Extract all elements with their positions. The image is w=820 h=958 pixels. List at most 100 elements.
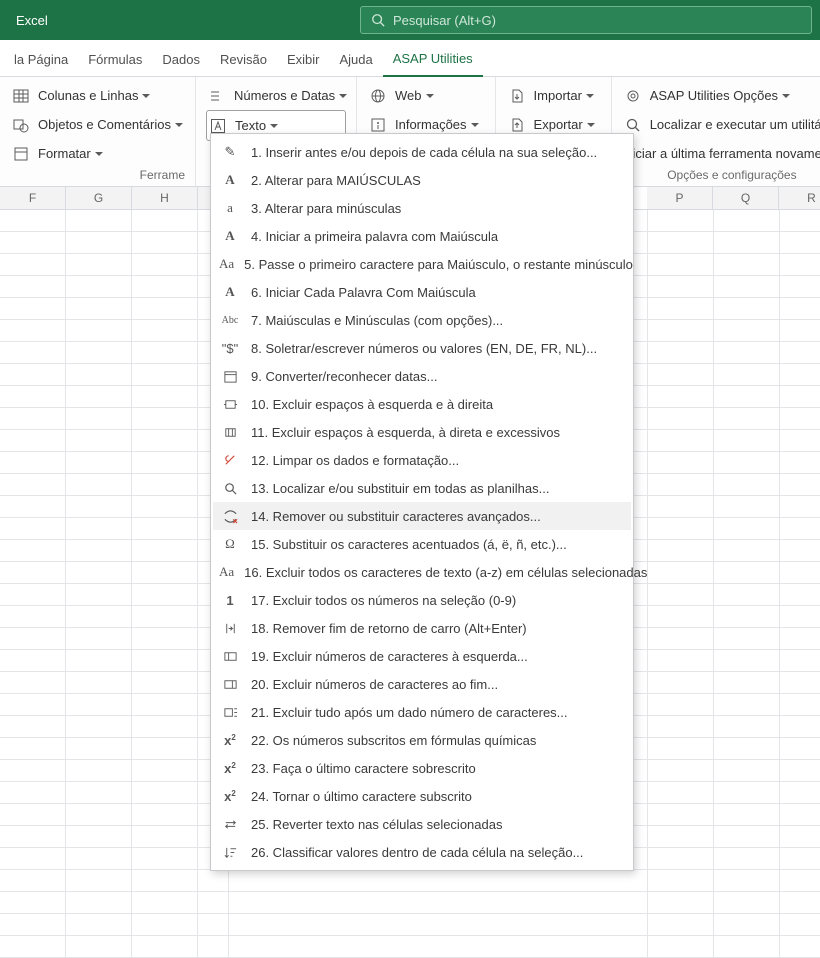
menu-delete-chars-left[interactable]: 19. Excluir números de caracteres à esqu… <box>213 642 631 670</box>
numbers-dates-label: Números e Datas <box>234 88 335 103</box>
tab-pagelayout[interactable]: la Página <box>4 44 78 76</box>
numbers-dates-button[interactable]: Números e Datas <box>206 81 346 110</box>
chevron-down-icon <box>471 123 479 127</box>
menu-clean-data[interactable]: 12. Limpar os dados e formatação... <box>213 446 631 474</box>
col-header[interactable]: R <box>779 187 820 209</box>
tab-view[interactable]: Exibir <box>277 44 330 76</box>
menu-delete-after-n[interactable]: 21. Excluir tudo após um dado número de … <box>213 698 631 726</box>
reverse-icon <box>219 817 241 832</box>
col-header[interactable]: H <box>132 187 198 209</box>
letter-icon: A <box>219 228 241 244</box>
export-label: Exportar <box>534 117 583 132</box>
menu-convert-dates[interactable]: 9. Converter/reconhecer datas... <box>213 362 631 390</box>
menu-insert-before-after[interactable]: ✎1. Inserir antes e/ou depois de cada cé… <box>213 138 631 166</box>
menu-reverse-text[interactable]: 25. Reverter texto nas células seleciona… <box>213 810 631 838</box>
text-dropdown-menu: ✎1. Inserir antes e/ou depois de cada cé… <box>210 133 634 871</box>
chevron-down-icon <box>339 94 347 98</box>
columns-rows-button[interactable]: Colunas e Linhas <box>10 81 185 110</box>
col-header[interactable]: Q <box>713 187 779 209</box>
search-icon <box>371 13 385 27</box>
menu-lowercase[interactable]: a3. Alterar para minúsculas <box>213 194 631 222</box>
search-utility-icon <box>628 117 644 133</box>
chevron-down-icon <box>782 94 790 98</box>
import-label: Importar <box>534 88 582 103</box>
omega-icon: Ω <box>219 536 241 552</box>
tab-review[interactable]: Revisão <box>210 44 277 76</box>
info-icon <box>373 117 389 133</box>
insert-icon: ✎ <box>219 144 241 160</box>
import-button[interactable]: Importar <box>506 81 601 110</box>
subscript-icon: x2 <box>219 789 241 804</box>
run-last-tool-label: Iniciar a última ferramenta novame <box>622 146 820 161</box>
asap-options-button[interactable]: ASAP Utilities Opções <box>622 81 820 110</box>
menu-trim-excess-spaces[interactable]: 11. Excluir espaços à esquerda, à direta… <box>213 418 631 446</box>
menu-trim-spaces[interactable]: 10. Excluir espaços à esquerda e à direi… <box>213 390 631 418</box>
menu-case-options[interactable]: Abc7. Maiúsculas e Minúsculas (com opçõe… <box>213 306 631 334</box>
group-options: ASAP Utilities Opções Localizar e execut… <box>612 77 820 186</box>
menu-uppercase[interactable]: A2. Alterar para MAIÚSCULAS <box>213 166 631 194</box>
numbers-icon <box>212 88 228 104</box>
carriage-return-icon <box>219 621 241 636</box>
menu-find-replace-all[interactable]: 13. Localizar e/ou substituir em todas a… <box>213 474 631 502</box>
col-header[interactable]: P <box>647 187 713 209</box>
tab-formulas[interactable]: Fórmulas <box>78 44 152 76</box>
gear-icon <box>628 88 644 104</box>
info-label: Informações <box>395 117 467 132</box>
tab-asap-utilities[interactable]: ASAP Utilities <box>383 43 483 77</box>
trim-excess-icon <box>219 425 241 440</box>
columns-rows-label: Colunas e Linhas <box>38 88 138 103</box>
menu-delete-chars-right[interactable]: 20. Excluir números de caracteres ao fim… <box>213 670 631 698</box>
run-last-tool-button[interactable]: Iniciar a última ferramenta novame <box>622 139 820 168</box>
delete-left-icon <box>219 649 241 664</box>
menu-sentence-case[interactable]: A4. Iniciar a primeira palavra com Maiús… <box>213 222 631 250</box>
objects-comments-button[interactable]: Objetos e Comentários <box>10 110 185 139</box>
objects-icon <box>16 117 32 133</box>
menu-delete-numbers[interactable]: 117. Excluir todos os números na seleção… <box>213 586 631 614</box>
asap-options-label: ASAP Utilities Opções <box>650 88 778 103</box>
mixed-case-icon: Aa <box>219 564 234 580</box>
superscript-icon: x2 <box>219 761 241 776</box>
menu-remove-replace-advanced[interactable]: 14. Remover ou substituir caracteres ava… <box>213 502 631 530</box>
abc-icon: Abc <box>219 315 241 326</box>
chevron-down-icon <box>586 94 594 98</box>
menu-delete-letters[interactable]: Aa16. Excluir todos os caracteres de tex… <box>213 558 631 586</box>
chevron-down-icon <box>142 94 150 98</box>
menu-first-char-upper[interactable]: Aa5. Passe o primeiro caractere para Mai… <box>213 250 631 278</box>
format-button[interactable]: Formatar <box>10 139 185 168</box>
menu-spell-numbers[interactable]: "$"8. Soletrar/escrever números ou valor… <box>213 334 631 362</box>
find-run-utility-button[interactable]: Localizar e executar um utilitário <box>622 110 820 139</box>
title-bar: Excel Pesquisar (Alt+G) <box>0 0 820 40</box>
replace-advanced-icon <box>219 509 241 524</box>
search-box[interactable]: Pesquisar (Alt+G) <box>360 6 812 34</box>
group-options-label: Opções e configurações <box>622 168 820 184</box>
menu-sort-within-cell[interactable]: 26. Classificar valores dentro de cada c… <box>213 838 631 866</box>
chevron-down-icon <box>587 123 595 127</box>
import-icon <box>512 88 528 104</box>
col-header[interactable]: G <box>66 187 132 209</box>
grid-row[interactable] <box>0 870 820 892</box>
menu-remove-cr[interactable]: 18. Remover fim de retorno de carro (Alt… <box>213 614 631 642</box>
format-label: Formatar <box>38 146 91 161</box>
grid-row[interactable] <box>0 936 820 958</box>
clean-icon <box>219 453 241 468</box>
menu-last-superscript[interactable]: x223. Faça o último caractere sobrescrit… <box>213 754 631 782</box>
grid-row[interactable] <box>0 892 820 914</box>
letter-icon: A <box>219 284 241 300</box>
lowercase-icon: a <box>219 200 241 216</box>
group-tools-label: Ferrame <box>10 168 185 184</box>
web-button[interactable]: Web <box>367 81 485 110</box>
menu-title-case[interactable]: A6. Iniciar Cada Palavra Com Maiúscula <box>213 278 631 306</box>
delete-right-icon <box>219 677 241 692</box>
columns-rows-icon <box>16 88 32 104</box>
tab-help[interactable]: Ajuda <box>329 44 382 76</box>
tab-data[interactable]: Dados <box>152 44 210 76</box>
globe-icon <box>373 88 389 104</box>
currency-icon: "$" <box>219 341 241 356</box>
subscript-icon: x2 <box>219 733 241 748</box>
group-tools: Colunas e Linhas Objetos e Comentários F… <box>0 77 196 186</box>
grid-row[interactable] <box>0 914 820 936</box>
menu-subscript-chemistry[interactable]: x222. Os números subscritos em fórmulas … <box>213 726 631 754</box>
menu-replace-accented[interactable]: Ω15. Substituir os caracteres acentuados… <box>213 530 631 558</box>
col-header[interactable]: F <box>0 187 66 209</box>
menu-last-subscript[interactable]: x224. Tornar o último caractere subscrit… <box>213 782 631 810</box>
